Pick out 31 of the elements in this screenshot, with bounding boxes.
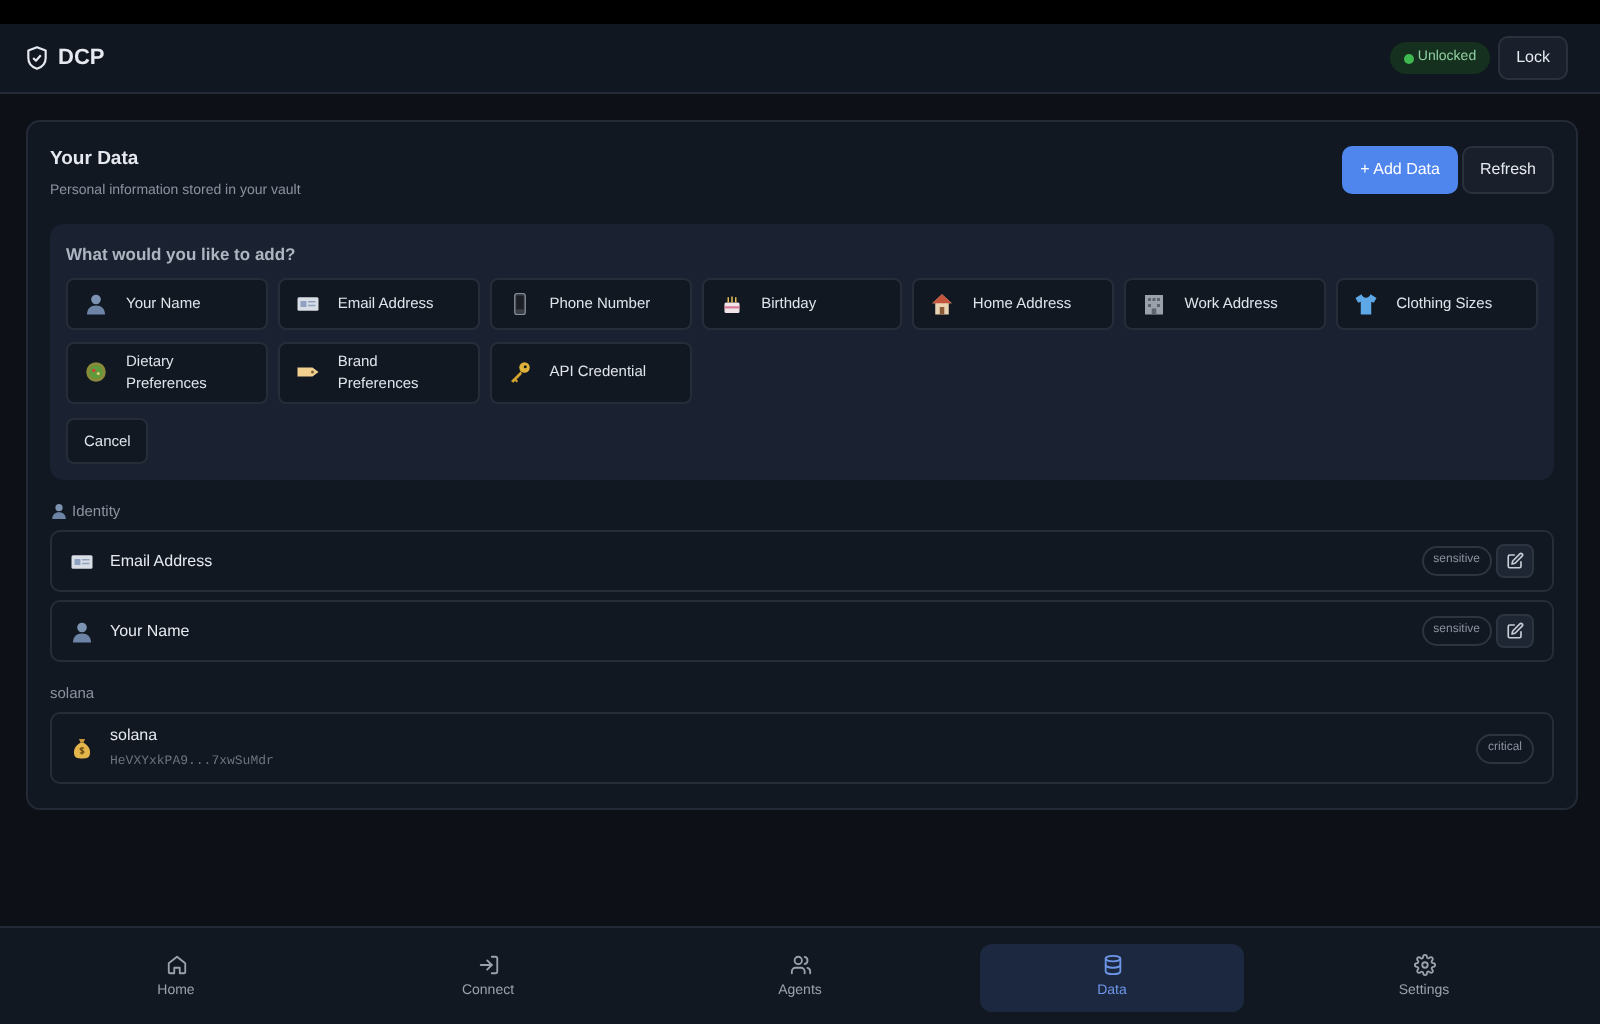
home-icon <box>165 953 187 976</box>
add-data-button[interactable]: + Add Data <box>1342 146 1458 194</box>
edit-icon <box>1506 622 1524 640</box>
key-icon <box>507 360 532 384</box>
id-card-icon <box>295 291 320 315</box>
lock-button[interactable]: Lock <box>1498 36 1568 80</box>
money-bag-icon <box>70 736 94 761</box>
database-icon <box>1101 953 1123 976</box>
person-icon <box>50 501 68 520</box>
item-name: Email Address <box>110 549 213 573</box>
cake-icon <box>719 291 744 315</box>
office-building-icon <box>1142 291 1167 315</box>
item-name: solana <box>110 724 160 749</box>
bowl-icon <box>84 360 108 384</box>
app-title: DCP <box>58 43 105 74</box>
edit-button[interactable] <box>1496 614 1534 648</box>
item-name: Your Name <box>110 619 190 643</box>
shield-icon <box>24 44 50 72</box>
person-icon <box>84 291 108 315</box>
t-shirt-icon <box>1354 291 1379 315</box>
add-prompt: What would you like to add? <box>66 241 298 267</box>
panel-title: Your Data <box>50 146 141 174</box>
edit-button[interactable] <box>1496 544 1534 578</box>
person-icon <box>70 619 94 643</box>
edit-icon <box>1506 552 1524 570</box>
refresh-button[interactable]: Refresh <box>1461 146 1554 194</box>
users-icon <box>789 953 811 976</box>
house-icon <box>930 291 955 315</box>
id-card-icon <box>70 549 94 573</box>
settings-icon <box>1413 953 1435 976</box>
sign-in-icon <box>477 953 499 976</box>
